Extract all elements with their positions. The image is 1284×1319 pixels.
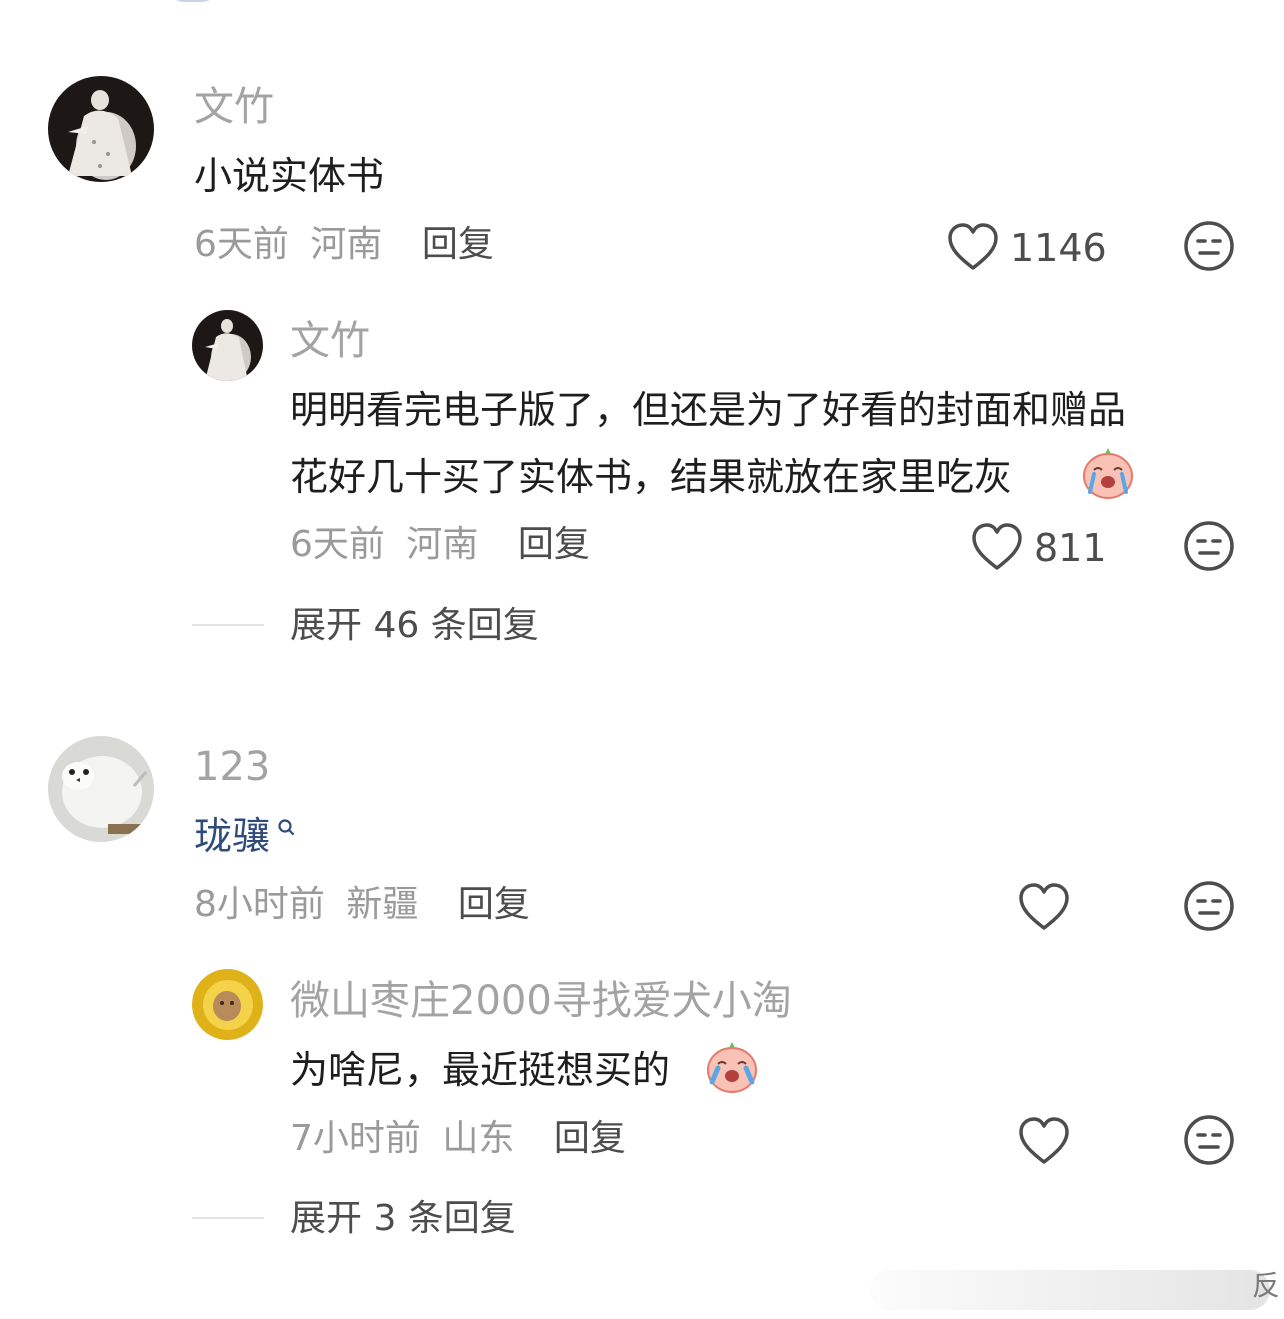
reply-text-line2-content: 花好几十买了实体书，结果就放在家里吃灰 xyxy=(290,455,1013,499)
comment-time: 8小时前 xyxy=(194,884,325,925)
reply-button[interactable]: 回复 xyxy=(518,524,590,565)
avatar[interactable] xyxy=(192,969,263,1040)
search-link[interactable]: 珑骧 xyxy=(194,814,270,858)
reply-button[interactable]: 回复 xyxy=(458,884,530,925)
expand-divider xyxy=(192,624,264,626)
dislike-face-icon[interactable] xyxy=(1183,220,1235,272)
crying-peach-emoji xyxy=(1080,444,1136,500)
like-icon[interactable] xyxy=(970,522,1024,572)
reply-username[interactable]: 文竹 xyxy=(290,321,370,361)
comment-time: 6天前 xyxy=(194,224,289,265)
reply-button[interactable]: 回复 xyxy=(554,1118,626,1159)
reply-button[interactable]: 回复 xyxy=(422,224,494,265)
expand-replies-button[interactable]: 展开 46 条回复 xyxy=(290,608,539,644)
avatar[interactable] xyxy=(48,736,154,842)
reply-text-line2: 花好几十买了实体书，结果就放在家里吃灰 xyxy=(290,458,1012,496)
dislike-face-icon[interactable] xyxy=(1183,880,1235,932)
search-icon[interactable] xyxy=(277,818,295,838)
cropped-avatar-edge xyxy=(168,0,218,2)
reply-location: 山东 xyxy=(442,1118,515,1159)
avatar[interactable] xyxy=(48,76,154,182)
comment-text: 珑骧 xyxy=(194,817,270,855)
dislike-face-icon[interactable] xyxy=(1183,520,1235,572)
reply-text-line1: 明明看完电子版了，但还是为了好看的封面和赠品 xyxy=(290,388,1127,432)
comment-location: 新疆 xyxy=(346,884,419,925)
dislike-face-icon[interactable] xyxy=(1183,1114,1235,1166)
comment-location: 河南 xyxy=(310,224,383,265)
reply-time: 6天前 xyxy=(290,524,385,565)
like-count: 1146 xyxy=(1010,226,1107,270)
expand-replies-button[interactable]: 展开 3 条回复 xyxy=(290,1201,516,1237)
watermark-text: 反 xyxy=(1252,1269,1281,1302)
reply-meta: 7小时前 山东 回复 xyxy=(290,1121,626,1157)
reply-location: 河南 xyxy=(406,524,479,565)
reply-time: 7小时前 xyxy=(290,1118,421,1159)
comment-meta: 8小时前 新疆 回复 xyxy=(194,887,530,923)
comment-username[interactable]: 123 xyxy=(194,747,270,787)
like-icon[interactable] xyxy=(1017,882,1071,932)
avatar[interactable] xyxy=(192,310,263,381)
reply-text: 为啥尼，最近挺想买的 xyxy=(290,1048,671,1092)
like-count: 811 xyxy=(1034,526,1107,570)
like-icon[interactable] xyxy=(1017,1116,1071,1166)
expand-divider xyxy=(192,1217,264,1219)
reply-meta: 6天前 河南 回复 xyxy=(290,527,590,563)
crying-peach-emoji xyxy=(704,1038,760,1094)
like-icon[interactable] xyxy=(946,222,1000,272)
watermark xyxy=(870,1270,1270,1310)
comment-meta: 6天前 河南 回复 xyxy=(194,227,494,263)
reply-username[interactable]: 微山枣庄2000寻找爱犬小淘 xyxy=(290,981,792,1021)
comment-username[interactable]: 文竹 xyxy=(194,87,274,127)
comment-text: 小说实体书 xyxy=(194,154,385,198)
